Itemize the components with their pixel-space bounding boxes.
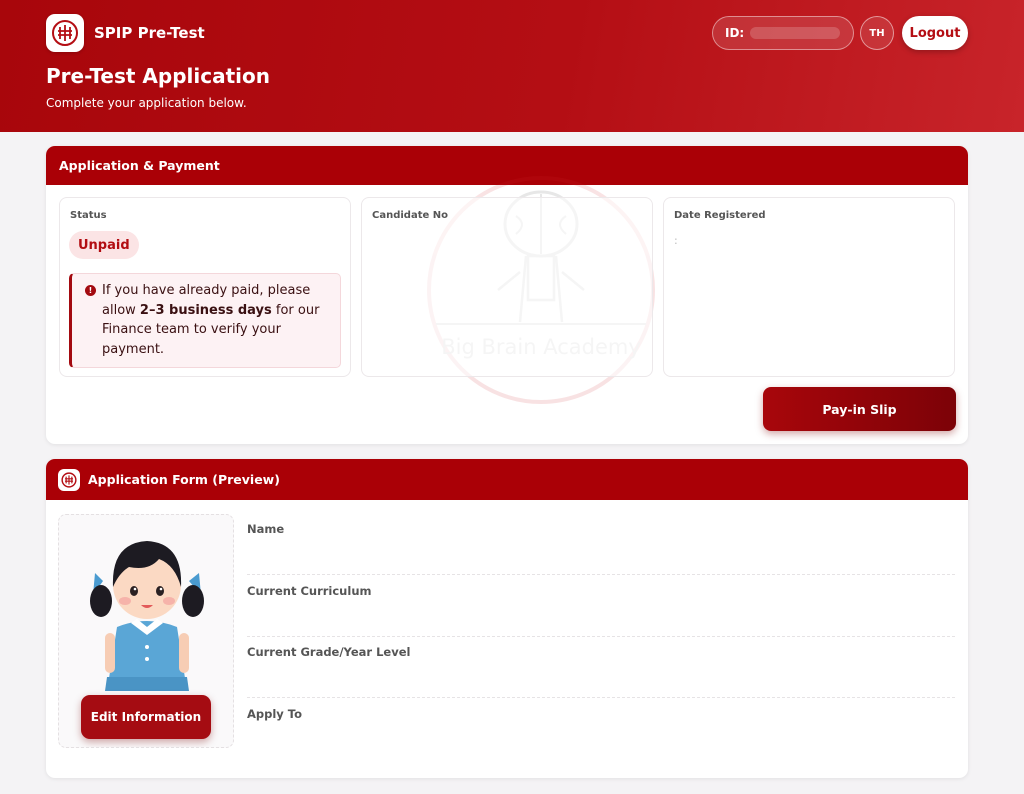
brand[interactable]: SPIP Pre-Test bbox=[46, 14, 205, 52]
date-registered-box: Date Registered : bbox=[663, 197, 955, 377]
school-logo-icon bbox=[46, 14, 84, 52]
field-label-name: Name bbox=[247, 522, 285, 536]
status-badge: Unpaid bbox=[69, 231, 139, 259]
applicant-photo: Edit Information bbox=[58, 514, 234, 748]
language-toggle-button[interactable]: TH bbox=[860, 16, 894, 50]
page-title: Pre-Test Application bbox=[46, 64, 270, 88]
school-logo-icon bbox=[58, 468, 80, 491]
logout-button[interactable]: Logout bbox=[902, 16, 968, 50]
candidate-no-label: Candidate No bbox=[372, 210, 448, 221]
user-id-pill: ID: bbox=[712, 16, 854, 50]
edit-information-button[interactable]: Edit Information bbox=[81, 695, 211, 739]
section-title-form: Application Form (Preview) bbox=[88, 472, 280, 487]
status-label: Status bbox=[70, 210, 107, 221]
id-value-redacted bbox=[750, 27, 841, 39]
status-box: Status Unpaid ! If you have already paid… bbox=[59, 197, 351, 377]
field-grade-level: Current Grade/Year Level bbox=[247, 637, 955, 698]
field-label-grade: Current Grade/Year Level bbox=[247, 645, 411, 659]
notice-text: If you have already paid, please allow 2… bbox=[102, 281, 334, 359]
field-label-curriculum: Current Curriculum bbox=[247, 584, 372, 598]
field-current-curriculum: Current Curriculum bbox=[247, 576, 955, 637]
date-registered-value: : bbox=[674, 234, 678, 247]
application-form-card: Application Form (Preview) Edit Informat… bbox=[46, 459, 968, 778]
payin-slip-button[interactable]: Pay-in Slip bbox=[763, 387, 956, 431]
notice-text-bold: 2–3 business days bbox=[139, 302, 272, 318]
app-name: SPIP Pre-Test bbox=[94, 24, 205, 42]
date-registered-label: Date Registered bbox=[674, 210, 766, 221]
info-circle-icon: ! bbox=[85, 285, 96, 296]
field-name: Name bbox=[247, 514, 955, 575]
id-label: ID: bbox=[725, 26, 745, 40]
payment-notice: ! If you have already paid, please allow… bbox=[69, 273, 341, 368]
field-label-apply-to: Apply To bbox=[247, 707, 303, 721]
page-header: SPIP Pre-Test Pre-Test Application Compl… bbox=[0, 0, 1024, 132]
section-header-form: Application Form (Preview) bbox=[46, 459, 968, 500]
section-title-payment: Application & Payment bbox=[46, 146, 968, 185]
application-payment-card: Application & Payment Big Brain Academy … bbox=[46, 146, 968, 444]
candidate-no-box: Candidate No bbox=[361, 197, 653, 377]
page-subtitle: Complete your application below. bbox=[46, 96, 247, 110]
field-apply-to: Apply To bbox=[247, 699, 955, 760]
